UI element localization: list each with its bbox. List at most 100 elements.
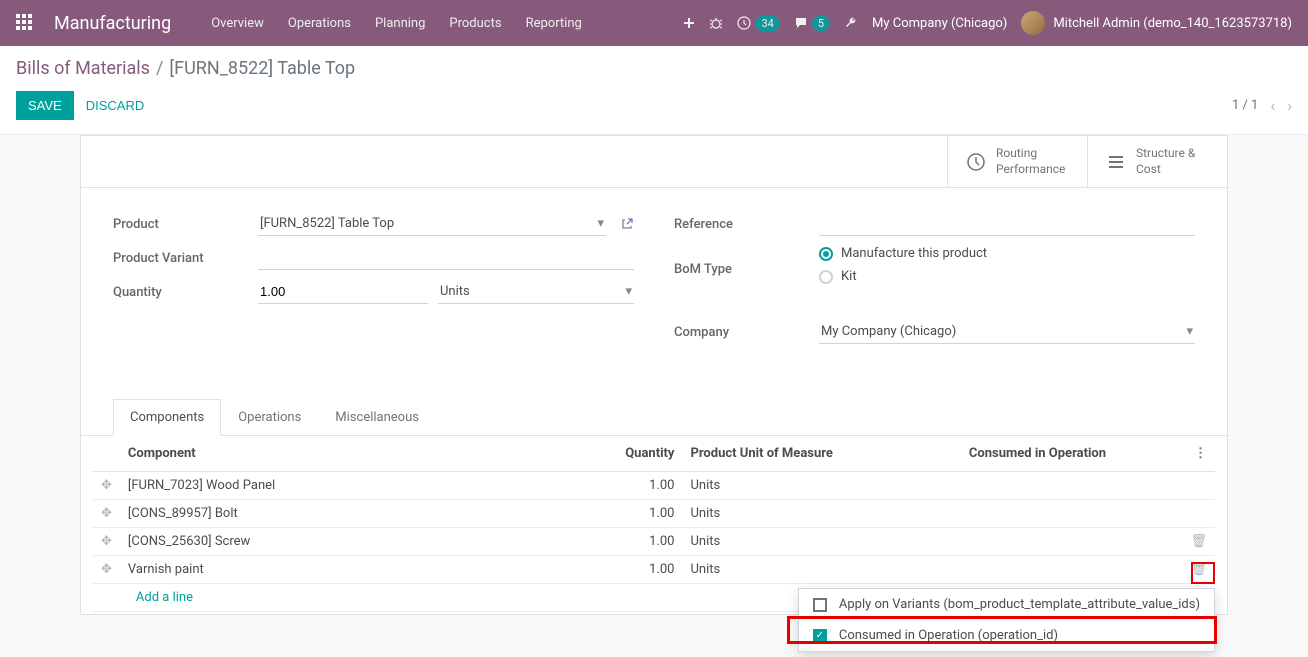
cell-qty[interactable]: 1.00 xyxy=(602,472,682,500)
nav-reporting[interactable]: Reporting xyxy=(516,8,592,39)
bom-type-label: BoM Type xyxy=(674,262,819,277)
checkbox-unchecked-icon xyxy=(813,598,827,612)
structure-line2: Cost xyxy=(1136,162,1195,178)
radio-manufacture[interactable]: Manufacture this product xyxy=(819,246,1195,261)
quantity-input[interactable] xyxy=(258,280,428,304)
drag-handle-icon[interactable]: ✥ xyxy=(93,500,120,528)
chat-badge[interactable]: 5 xyxy=(794,16,830,31)
routing-line1: Routing xyxy=(996,146,1065,162)
structure-line1: Structure & xyxy=(1136,146,1195,162)
table-row[interactable]: ✥ Varnish paint 1.00 Units 🗑 xyxy=(93,556,1215,584)
action-bar: SAVE DISCARD 1 / 1 ‹ › xyxy=(0,87,1308,135)
table-row[interactable]: ✥ [CONS_25630] Screw 1.00 Units 🗑 xyxy=(93,528,1215,556)
cell-component[interactable]: [FURN_7023] Wood Panel xyxy=(120,472,603,500)
col-option-variants[interactable]: Apply on Variants (bom_product_template_… xyxy=(799,589,1214,620)
product-input[interactable]: [FURN_8522] Table Top ▾ xyxy=(258,212,606,236)
pager-prev-icon[interactable]: ‹ xyxy=(1270,96,1275,115)
caret-down-icon[interactable]: ▾ xyxy=(1186,324,1193,339)
routing-line2: Performance xyxy=(996,162,1065,178)
cell-component[interactable]: [CONS_89957] Bolt xyxy=(120,500,603,528)
save-button[interactable]: SAVE xyxy=(16,91,74,120)
reference-input[interactable] xyxy=(819,212,1195,236)
variant-label: Product Variant xyxy=(113,251,258,266)
nav-planning[interactable]: Planning xyxy=(365,8,435,39)
checkbox-checked-icon: ✓ xyxy=(813,629,827,643)
col-option-consumed[interactable]: ✓ Consumed in Operation (operation_id) xyxy=(799,620,1214,651)
pager: 1 / 1 ‹ › xyxy=(1232,96,1292,115)
trash-icon[interactable]: 🗑 xyxy=(1182,528,1215,556)
quantity-label: Quantity xyxy=(113,285,258,300)
caret-down-icon[interactable]: ▾ xyxy=(625,284,632,299)
chat-badge-count: 5 xyxy=(812,16,830,31)
add-line-link[interactable]: Add a line xyxy=(128,582,201,613)
cell-uom[interactable]: Units xyxy=(682,472,892,500)
bug-icon[interactable] xyxy=(709,16,723,30)
columns-kebab-icon[interactable]: ⋮ xyxy=(1194,446,1207,461)
pager-next-icon[interactable]: › xyxy=(1287,96,1292,115)
pager-text: 1 / 1 xyxy=(1232,98,1258,113)
drag-handle-icon[interactable]: ✥ xyxy=(93,472,120,500)
list-icon xyxy=(1106,152,1126,172)
tab-components[interactable]: Components xyxy=(113,399,221,436)
tab-operations[interactable]: Operations xyxy=(221,399,318,436)
drag-handle-icon[interactable]: ✥ xyxy=(93,528,120,556)
cell-uom[interactable]: Units xyxy=(682,500,892,528)
wrench-icon[interactable] xyxy=(844,16,858,30)
stat-button-box: Routing Performance Structure & Cost xyxy=(81,136,1227,188)
nav-operations[interactable]: Operations xyxy=(278,8,361,39)
radio-unchecked-icon xyxy=(819,270,833,284)
nav-products[interactable]: Products xyxy=(439,8,511,39)
breadcrumb: Bills of Materials / [FURN_8522] Table T… xyxy=(0,46,1308,87)
nav-overview[interactable]: Overview xyxy=(201,8,274,39)
drag-handle-icon[interactable]: ✥ xyxy=(93,556,120,584)
discard-button[interactable]: DISCARD xyxy=(86,98,145,113)
form-sheet: Routing Performance Structure & Cost Pr xyxy=(80,135,1228,615)
table-row[interactable]: ✥ [FURN_7023] Wood Panel 1.00 Units xyxy=(93,472,1215,500)
user-name: Mitchell Admin (demo_140_1623573718) xyxy=(1053,16,1292,31)
cell-component[interactable]: [CONS_25630] Screw xyxy=(120,528,603,556)
apps-icon[interactable] xyxy=(16,14,34,32)
company-selector[interactable]: My Company (Chicago) xyxy=(872,16,1007,31)
cell-uom[interactable]: Units xyxy=(682,556,892,584)
tabs: Components Operations Miscellaneous xyxy=(81,398,1227,436)
plus-icon[interactable] xyxy=(683,17,695,29)
trash-icon[interactable] xyxy=(1182,472,1215,500)
clock-icon xyxy=(966,152,986,172)
radio-kit[interactable]: Kit xyxy=(819,269,1195,284)
clock-badge[interactable]: 34 xyxy=(737,16,779,31)
breadcrumb-sep: / xyxy=(156,58,163,79)
breadcrumb-root[interactable]: Bills of Materials xyxy=(16,58,150,79)
external-link-icon[interactable] xyxy=(620,217,634,231)
col-consumed[interactable]: Consumed in Operation xyxy=(892,436,1182,472)
unit-input[interactable]: Units ▾ xyxy=(438,280,634,304)
tab-misc[interactable]: Miscellaneous xyxy=(318,399,436,436)
cell-uom[interactable]: Units xyxy=(682,528,892,556)
variant-input[interactable] xyxy=(258,246,634,270)
columns-dropdown: Apply on Variants (bom_product_template_… xyxy=(798,588,1215,652)
cell-qty[interactable]: 1.00 xyxy=(602,500,682,528)
caret-down-icon[interactable]: ▾ xyxy=(597,216,604,231)
trash-icon[interactable] xyxy=(1182,500,1215,528)
cell-component[interactable]: Varnish paint xyxy=(120,556,603,584)
user-menu[interactable]: Mitchell Admin (demo_140_1623573718) xyxy=(1021,11,1292,35)
avatar xyxy=(1021,11,1045,35)
clock-badge-count: 34 xyxy=(755,16,779,31)
company-input[interactable]: My Company (Chicago) ▾ xyxy=(819,320,1195,344)
routing-performance-button[interactable]: Routing Performance xyxy=(947,136,1087,187)
cell-qty[interactable]: 1.00 xyxy=(602,528,682,556)
product-label: Product xyxy=(113,217,258,232)
nav-right: 34 5 My Company (Chicago) Mitchell Admin… xyxy=(683,11,1292,35)
trash-icon[interactable]: 🗑 xyxy=(1182,556,1215,584)
structure-cost-button[interactable]: Structure & Cost xyxy=(1087,136,1227,187)
app-brand[interactable]: Manufacturing xyxy=(54,13,171,34)
nav-menu: Overview Operations Planning Products Re… xyxy=(201,8,592,39)
table-row[interactable]: ✥ [CONS_89957] Bolt 1.00 Units xyxy=(93,500,1215,528)
top-navbar: Manufacturing Overview Operations Planni… xyxy=(0,0,1308,46)
cell-qty[interactable]: 1.00 xyxy=(602,556,682,584)
col-uom[interactable]: Product Unit of Measure xyxy=(682,436,892,472)
breadcrumb-current: [FURN_8522] Table Top xyxy=(169,58,355,79)
col-component[interactable]: Component xyxy=(120,436,603,472)
col-quantity[interactable]: Quantity xyxy=(602,436,682,472)
components-table: Component Quantity Product Unit of Measu… xyxy=(93,436,1215,612)
company-label: Company xyxy=(674,325,819,340)
